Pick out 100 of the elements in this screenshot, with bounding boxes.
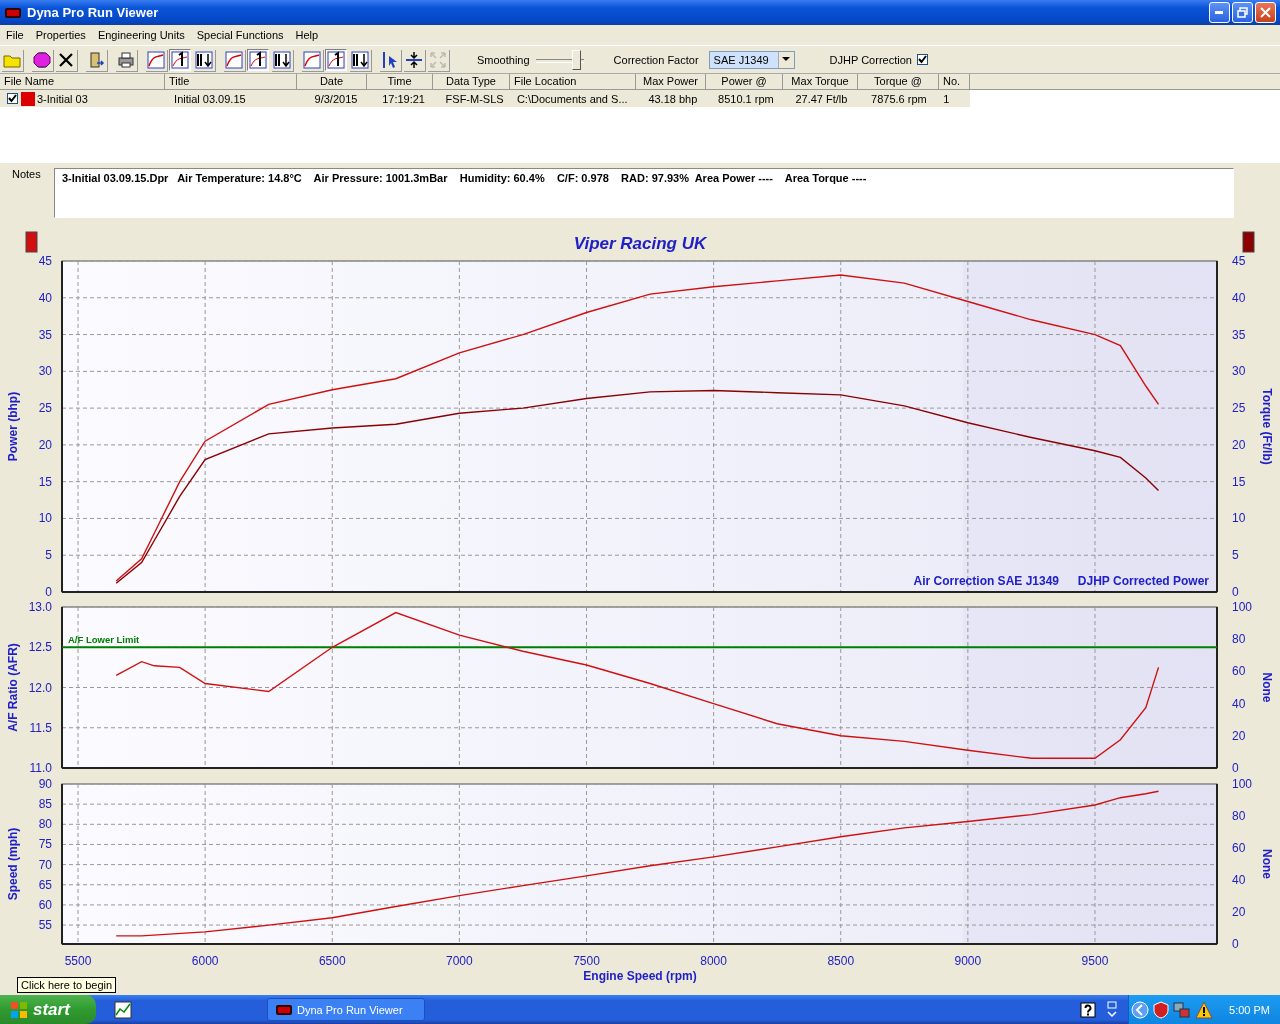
axis-tick-label: 11.5 — [29, 720, 52, 735]
menu-item[interactable]: File — [0, 29, 30, 41]
toolbar-button[interactable] — [247, 48, 269, 71]
table-cell-text: 9/3/2015 — [313, 92, 359, 105]
axis-tick-label: 10 — [38, 511, 52, 526]
axis-tick-label: 85 — [38, 797, 52, 812]
toolbar-button[interactable] — [193, 48, 215, 71]
menu-item[interactable]: Engineering Units — [91, 29, 191, 41]
legend-text: DJHP Corrected Power — [1077, 574, 1209, 588]
axis-tick-label: 0 — [1232, 585, 1239, 599]
axis-title: None — [1260, 672, 1274, 703]
axis-tick-label: 60 — [1232, 841, 1246, 855]
axis-tick-label: 40 — [1232, 873, 1246, 887]
close-button[interactable] — [1255, 2, 1276, 23]
axis-tick-label: 25 — [38, 401, 52, 416]
axis-tick-label: 45 — [1232, 254, 1246, 268]
toolbar-button[interactable] — [349, 48, 371, 71]
axis-tick-label: 11.0 — [29, 761, 52, 775]
table-cell-text: 43.18 bhp — [647, 92, 699, 105]
table-cell-text: Initial 03.09.15 — [173, 92, 247, 105]
app-icon — [5, 6, 21, 19]
notes-label: Notes — [11, 168, 42, 182]
toolbar-button[interactable] — [325, 48, 347, 71]
toolbar-button[interactable] — [169, 48, 191, 71]
axis-tick-label: 5 — [45, 548, 52, 563]
axis-tick-label: 30 — [38, 364, 52, 379]
table-cell-text: FSF-M-SLS — [444, 92, 505, 105]
restore-icon — [1237, 7, 1248, 18]
menu-item[interactable]: Help — [289, 29, 325, 41]
axis-tick-label: 15 — [38, 474, 52, 489]
axis-tick-label: 55 — [38, 918, 52, 933]
legend-text: Air Correction SAE J1349 — [913, 574, 1059, 588]
correction-factor-label: Correction Factor — [613, 53, 699, 66]
axis-tick-label: 25 — [1232, 401, 1246, 416]
axis-tick-label: 0 — [45, 585, 52, 599]
notes-field[interactable]: 3-Initial 03.09.15.Dpr Air Temperature: 14.8°C Air Pressure: 1001.3mBar Humidity: 60.4% C/F: 0.978 RAD: 97.93% Area Power ---- Area Torque ---- — [54, 168, 1234, 218]
axis-tick-label: 65 — [38, 877, 52, 892]
warning-icon[interactable] — [1195, 1000, 1214, 1019]
axis-tick-label: 10 — [1232, 511, 1246, 526]
axis-tick-label: 100 — [1232, 777, 1253, 791]
toolbar-button[interactable] — [379, 48, 401, 71]
axis-tick-label: 90 — [38, 777, 52, 791]
axis-tick-label: 8500 — [827, 954, 855, 968]
menu-item[interactable]: Special Functions — [190, 29, 290, 41]
axis-tick-label: 0 — [1232, 761, 1239, 775]
axis-tick-label: 40 — [1232, 290, 1246, 305]
toolbar-button[interactable] — [403, 48, 425, 71]
table-cell-text: 27.47 Ft/lb — [794, 92, 849, 105]
toolbar-button[interactable] — [271, 48, 293, 71]
axis-tick-label: 7500 — [573, 954, 600, 968]
correction-factor-dropdown[interactable]: SAE J1349 — [708, 50, 795, 69]
limit-label: A/F Lower Limit — [68, 634, 140, 646]
axis-title: Power (bhp) — [6, 391, 20, 462]
axis-tick-label: 20 — [1232, 728, 1246, 743]
smoothing-slider-thumb[interactable] — [571, 49, 581, 70]
start-button[interactable]: start — [0, 995, 96, 1024]
axis-tick-label: 8000 — [700, 954, 727, 968]
toolbar-button[interactable] — [85, 48, 107, 71]
axis-tick-label: 100 — [1232, 600, 1253, 614]
shield-icon[interactable] — [1153, 1000, 1170, 1019]
axis-tick-label: 12.5 — [28, 640, 52, 655]
caret-icon — [782, 57, 791, 62]
row-checkbox[interactable] — [7, 93, 18, 104]
axis-tick-label: 20 — [38, 437, 52, 452]
axis-tick-label: 9000 — [954, 954, 982, 968]
chevron-icon[interactable] — [1131, 1000, 1150, 1019]
minimize-button[interactable] — [1209, 2, 1230, 23]
smoothing-label: Smoothing — [477, 53, 530, 66]
table-cell-text: 8510.1 rpm — [717, 92, 775, 105]
djhp-correction-checkbox[interactable] — [916, 54, 928, 65]
axis-tick-label: 15 — [1232, 474, 1246, 489]
table-cell-text: 7875.6 rpm — [870, 92, 928, 105]
window-title: Dyna Pro Run Viewer — [27, 5, 159, 20]
axis-title: Speed (mph) — [6, 827, 20, 901]
axis-tick-label: 13.0 — [28, 600, 52, 614]
network-icon[interactable] — [1173, 1000, 1192, 1019]
axis-tick-label: 30 — [1232, 364, 1246, 379]
axis-tick-label: 45 — [38, 254, 52, 268]
help-icon[interactable] — [1080, 1001, 1097, 1018]
toolbar-button[interactable] — [55, 48, 77, 71]
chart-icon[interactable] — [114, 1000, 132, 1019]
axis-tick-label: 5 — [1232, 548, 1239, 563]
axis-tick-label: 80 — [38, 817, 52, 832]
axis-tick-label: 35 — [1232, 327, 1246, 342]
restore-button[interactable] — [1232, 2, 1253, 23]
table-cell-text: 3-Initial 03 — [36, 92, 89, 105]
table-cell-text: 1 — [942, 92, 951, 105]
toolbar-button[interactable] — [31, 48, 53, 71]
axis-title: None — [1260, 849, 1274, 879]
axis-tick-label: 9500 — [1081, 954, 1109, 968]
close-icon — [1260, 7, 1271, 18]
axis-tick-label: 70 — [38, 857, 52, 872]
axis-tick-label: 20 — [1232, 905, 1246, 919]
toolbar-button[interactable] — [115, 48, 137, 71]
axis-tick-label: 40 — [1232, 696, 1246, 711]
menu-item[interactable]: Properties — [29, 29, 92, 41]
app-icon — [276, 1003, 292, 1016]
axis-tick-label: 5500 — [64, 954, 92, 968]
window-icon[interactable] — [1106, 1000, 1119, 1019]
taskbar-button[interactable]: Dyna Pro Run Viewer — [267, 998, 425, 1021]
